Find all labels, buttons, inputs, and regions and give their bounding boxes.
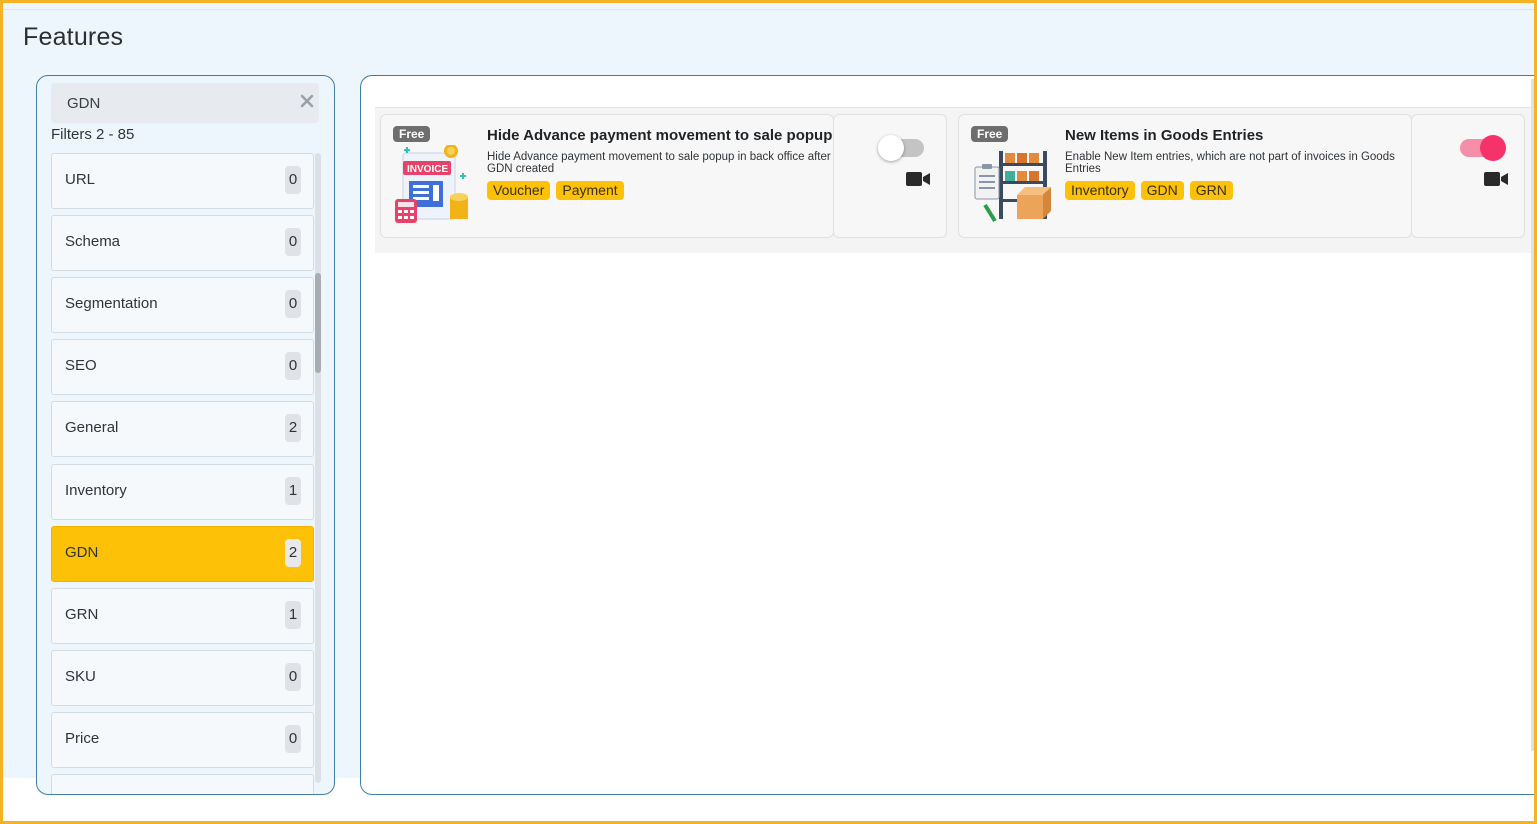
filter-item-general[interactable]: General 2 [51,401,314,457]
filter-item-label: SEO [65,357,97,374]
tag-payment[interactable]: Payment [556,181,624,200]
feature-card[interactable]: Free New Items in Goods Entries Enable N… [958,114,1412,238]
filter-item-count: 2 [285,414,301,442]
features-panel: Free INVOICE Hide Advance payment moveme… [360,75,1534,795]
feature-toggle[interactable] [878,135,924,161]
feature-description: Hide Advance payment movement to sale po… [487,151,831,175]
video-camera-icon[interactable] [1484,171,1508,187]
filter-item-price[interactable]: Price 0 [51,712,314,768]
filter-item-seo[interactable]: SEO 0 [51,339,314,395]
feature-card[interactable]: Free INVOICE Hide Advance payment moveme… [380,114,834,238]
filter-item-gdn[interactable]: GDN 2 [51,526,314,582]
free-badge: Free [393,126,431,142]
feature-tags: Inventory GDN GRN [1065,181,1233,200]
tag-inventory[interactable]: Inventory [1065,181,1135,200]
feature-tags: Voucher Payment [487,181,624,200]
filter-item-sku[interactable]: SKU 0 [51,650,314,706]
filter-item-next[interactable] [51,774,314,794]
filter-item-segmentation[interactable]: Segmentation 0 [51,277,314,333]
feature-card-actions [833,114,947,238]
filter-item-count: 1 [285,601,301,629]
tag-voucher[interactable]: Voucher [487,181,551,200]
top-divider [3,9,1534,10]
filter-item-count: 0 [285,352,301,380]
warehouse-goods-illustration-icon [974,151,1051,223]
tag-gdn[interactable]: GDN [1140,181,1184,200]
features-scrollbar[interactable] [1531,79,1534,751]
filter-item-label: URL [65,171,96,188]
tag-grn[interactable]: GRN [1189,181,1233,200]
filter-item-count: 0 [285,166,301,194]
filter-item-label: Inventory [65,482,127,499]
clear-search-icon[interactable] [299,93,315,109]
filter-item-grn[interactable]: GRN 1 [51,588,314,644]
toggle-knob [878,135,904,161]
filter-item-url[interactable]: URL 0 [51,153,314,209]
free-badge: Free [971,126,1009,142]
feature-card-actions [1411,114,1525,238]
filter-item-label: Price [65,730,100,747]
video-camera-icon[interactable] [906,171,930,187]
filter-search-value: GDN [67,95,101,112]
feature-cards-row: Free INVOICE Hide Advance payment moveme… [375,107,1534,253]
filter-item-label: Segmentation [65,295,158,312]
feature-toggle[interactable] [1460,135,1506,161]
filter-item-count: 2 [285,539,301,567]
filter-item-count: 1 [285,477,301,505]
filter-item-label: SKU [65,668,96,685]
filter-search-input[interactable]: GDN [51,83,319,123]
app-frame: Features GDN Filters 2 - 85 URL 0 Schema… [0,0,1537,824]
filter-item-schema[interactable]: Schema 0 [51,215,314,271]
page-title: Features [23,23,124,51]
filter-item-label: GDN [65,544,99,561]
filter-item-count: 0 [285,725,301,753]
feature-title: New Items in Goods Entries [1065,127,1264,144]
feature-title: Hide Advance payment movement to sale po… [487,127,833,144]
invoice-illustration-icon: INVOICE [395,145,468,223]
feature-description: Enable New Item entries, which are not p… [1065,151,1395,175]
filter-item-count: 0 [285,290,301,318]
filter-item-label: GRN [65,606,99,623]
filter-item-label: General [65,419,119,436]
filter-item-inventory[interactable]: Inventory 1 [51,464,314,520]
filter-list-scrollbar[interactable] [315,153,321,783]
scrollbar-thumb[interactable] [315,273,321,373]
filter-item-count: 0 [285,228,301,256]
filter-panel: GDN Filters 2 - 85 URL 0 Schema 0 Segmen… [36,75,335,795]
invoice-image-text: INVOICE [407,164,448,175]
toggle-knob [1480,135,1506,161]
filter-item-label: Schema [65,233,121,250]
filter-list: URL 0 Schema 0 Segmentation 0 SEO 0 Gene… [51,153,315,794]
filter-item-count: 0 [285,663,301,691]
filters-count: Filters 2 - 85 [51,126,135,143]
